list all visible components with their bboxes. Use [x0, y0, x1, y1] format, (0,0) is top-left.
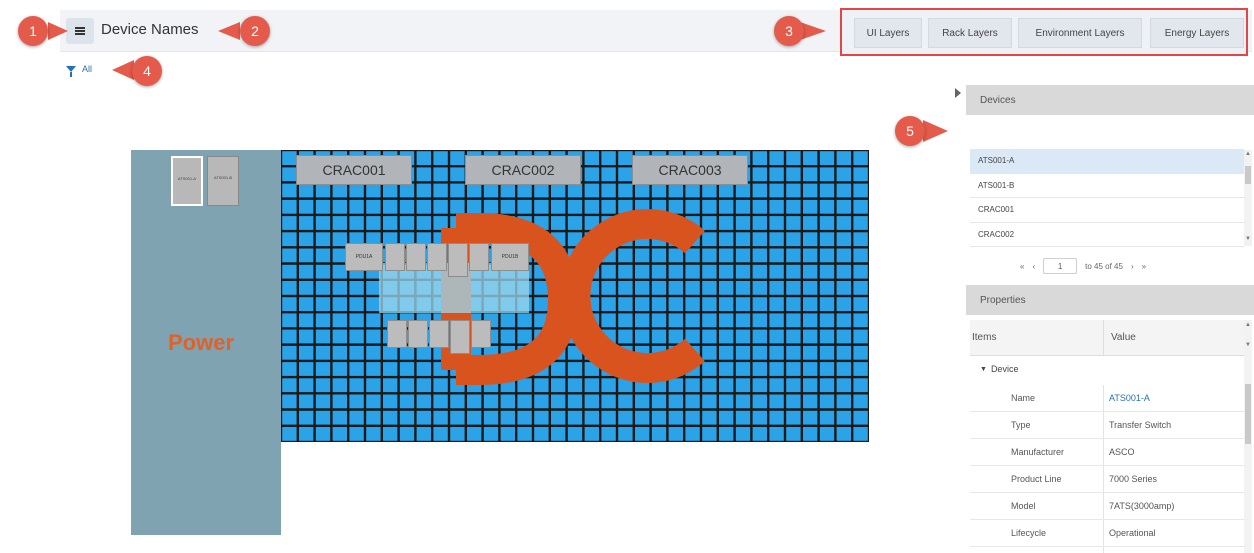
app-root: Device Names UI Layers Rack Layers Envir…: [0, 0, 1254, 553]
rack-unit[interactable]: [387, 320, 407, 348]
rack-unit[interactable]: [427, 243, 447, 271]
next-page-icon[interactable]: ›: [1131, 262, 1134, 271]
properties-panel-header: Properties: [966, 285, 1254, 315]
property-value: 7ATS(3000amp): [1109, 501, 1175, 511]
properties-scroll-up-icon[interactable]: ▲: [1245, 322, 1251, 328]
rack-unit[interactable]: [471, 320, 491, 348]
properties-scroll-thumb[interactable]: [1245, 384, 1251, 444]
property-value: 7000 Series: [1109, 474, 1158, 484]
power-zone-label: Power: [168, 330, 235, 355]
callout-3: 3: [774, 16, 804, 46]
device-list-scroll-thumb[interactable]: [1245, 166, 1251, 184]
property-row-name: Name ATS001-A: [970, 385, 1244, 412]
pager-summary: to 45 of 45: [1085, 261, 1123, 271]
property-key: Lifecycle: [1011, 528, 1047, 538]
col-items-header: Items: [972, 332, 997, 343]
power-device-ats001-b[interactable]: ATS001-B: [207, 156, 239, 206]
col-divider: [1103, 320, 1104, 356]
property-key: Manufacturer: [1011, 447, 1065, 457]
collapse-panel-icon[interactable]: [955, 88, 961, 98]
prev-page-icon[interactable]: ‹: [1032, 262, 1035, 271]
property-row-type: Type Transfer Switch: [970, 412, 1244, 439]
property-row-lifecycle: Lifecycle Operational: [970, 520, 1244, 547]
power-device-ats001-a[interactable]: ATS001-A: [171, 156, 203, 206]
device-search-input[interactable]: [966, 117, 1254, 149]
properties-scroll-down-icon[interactable]: ▼: [1245, 342, 1251, 348]
device-list: ATS001-A ATS001-B CRAC001 CRAC002: [970, 149, 1244, 247]
last-page-icon[interactable]: »: [1142, 262, 1146, 271]
dc-logo: [379, 209, 705, 385]
device-pager: « ‹ 1 to 45 of 45 › »: [1020, 258, 1146, 274]
col-value-header: Value: [1111, 332, 1136, 343]
device-list-item[interactable]: CRAC001: [970, 198, 1244, 223]
crac-unit-002[interactable]: CRAC002: [465, 155, 581, 185]
property-group-device[interactable]: ▼ Device: [980, 364, 1018, 374]
device-list-item[interactable]: CRAC002: [970, 223, 1244, 247]
property-row-manufacturer: Manufacturer ASCO: [970, 439, 1244, 466]
first-page-icon[interactable]: «: [1020, 262, 1024, 271]
rack-unit[interactable]: [385, 243, 405, 271]
pdu-1b[interactable]: PDU1B: [491, 243, 529, 271]
rack-unit[interactable]: [448, 243, 468, 277]
property-key: Type: [1011, 420, 1031, 430]
property-value-link[interactable]: ATS001-A: [1109, 393, 1150, 403]
device-list-item[interactable]: ATS001-A: [970, 149, 1244, 174]
expand-triangle-icon: ▼: [980, 365, 987, 373]
page-number-input[interactable]: 1: [1043, 258, 1078, 274]
callout-2: 2: [240, 16, 270, 46]
callout-5: 5: [895, 116, 925, 146]
property-key: Product Line: [1011, 474, 1062, 484]
pdu-1a[interactable]: PDU1A: [345, 243, 383, 271]
crac-unit-001[interactable]: CRAC001: [296, 155, 412, 185]
device-list-scrollbar[interactable]: [1244, 150, 1252, 246]
devices-panel-header: Devices: [966, 85, 1254, 115]
property-key: Name: [1011, 393, 1036, 403]
rack-unit[interactable]: [429, 320, 449, 348]
scroll-down-icon[interactable]: ▼: [1245, 236, 1251, 242]
rack-unit[interactable]: [469, 243, 489, 271]
property-group-label: Device: [990, 364, 1019, 374]
scroll-up-icon[interactable]: ▲: [1245, 151, 1251, 157]
property-row-model: Model 7ATS(3000amp): [970, 493, 1244, 520]
callout-1: 1: [18, 16, 48, 46]
property-value: Transfer Switch: [1109, 420, 1172, 430]
crac-unit-003[interactable]: CRAC003: [632, 155, 748, 185]
rack-unit[interactable]: [450, 320, 470, 354]
device-list-item[interactable]: ATS001-B: [970, 174, 1244, 198]
property-value: ASCO: [1109, 447, 1135, 457]
rack-unit[interactable]: [408, 320, 428, 348]
properties-table-header: Items Value: [970, 320, 1244, 356]
rack-unit[interactable]: [406, 243, 426, 271]
property-row-product-line: Product Line 7000 Series: [970, 466, 1244, 493]
callout-4: 4: [132, 56, 162, 86]
property-value: Operational: [1109, 528, 1156, 538]
property-key: Model: [1011, 501, 1036, 511]
logo-c-curve: [560, 209, 705, 383]
